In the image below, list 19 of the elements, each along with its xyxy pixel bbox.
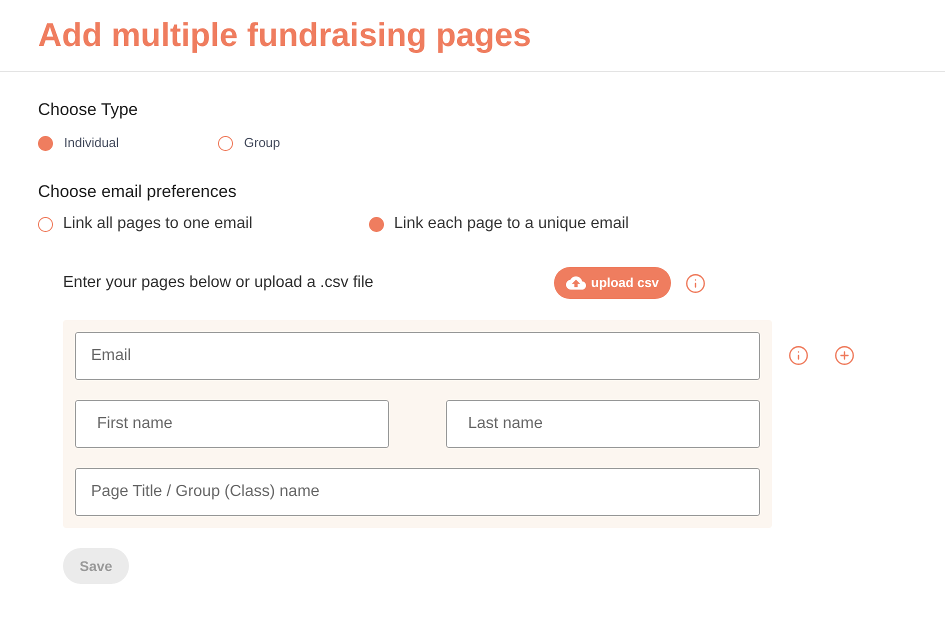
add-icon[interactable] <box>834 345 855 366</box>
radio-label[interactable]: Individual <box>64 133 119 153</box>
input-field[interactable]: Email <box>75 332 760 380</box>
radio-label[interactable]: Link all pages to one email <box>63 212 252 236</box>
instruction-text: Enter your pages below or upload a .csv file <box>63 273 374 293</box>
radio-icon[interactable] <box>38 216 53 232</box>
input-field[interactable]: First name <box>75 400 389 448</box>
section-heading: Choose email preferences <box>38 181 236 203</box>
radio-icon[interactable] <box>218 136 233 150</box>
input-field[interactable]: Last name <box>446 400 760 448</box>
page-title: Add multiple fundraising pages <box>38 16 532 54</box>
radio-selected-icon[interactable] <box>369 216 384 232</box>
input-field[interactable]: Page Title / Group (Class) name <box>75 468 760 516</box>
radio-label[interactable]: Group <box>244 133 280 153</box>
radio-selected-icon[interactable] <box>38 136 53 150</box>
info-icon[interactable] <box>684 272 706 294</box>
radio-label[interactable]: Link each page to a unique email <box>394 212 629 236</box>
section-heading: Choose Type <box>38 99 138 121</box>
info-icon[interactable] <box>788 345 809 366</box>
